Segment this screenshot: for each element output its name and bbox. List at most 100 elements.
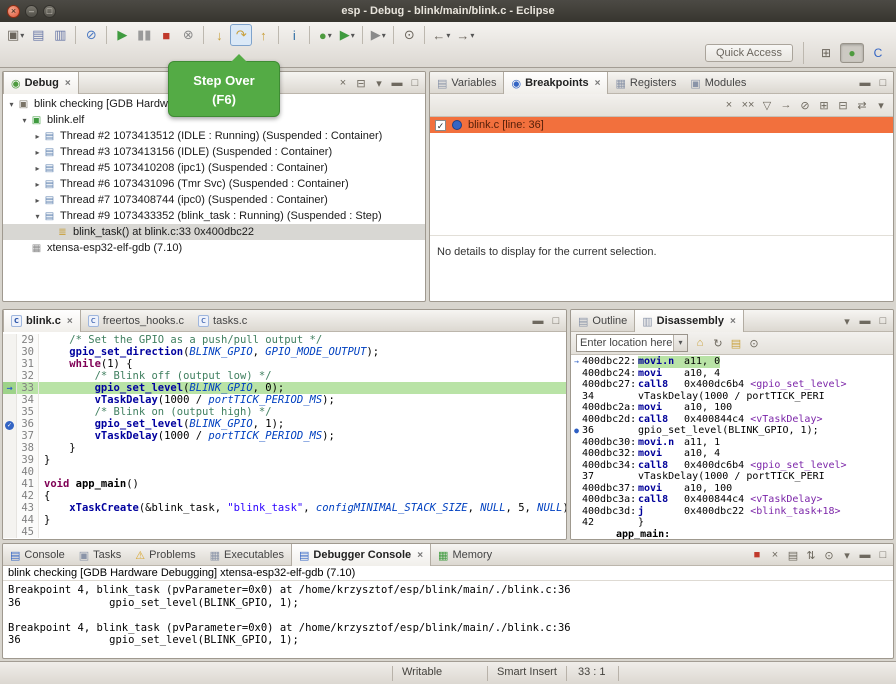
- editor-ruler[interactable]: ✓: [3, 418, 17, 430]
- close-icon[interactable]: ×: [65, 78, 71, 89]
- save-button[interactable]: ▤: [27, 24, 49, 46]
- view-menu-icon[interactable]: ▾: [840, 549, 854, 562]
- disconnect-button[interactable]: ⊗: [177, 24, 199, 46]
- code-text[interactable]: }: [39, 514, 566, 526]
- dropdown-arrow-icon[interactable]: ▾: [328, 31, 332, 40]
- open-perspective-button[interactable]: ⊞: [814, 43, 838, 63]
- expander-icon[interactable]: ▸: [32, 132, 43, 141]
- right-tab-breakpoints[interactable]: ◉Breakpoints×: [503, 72, 608, 94]
- resume-button[interactable]: ▶: [111, 24, 133, 46]
- debug-tree-item[interactable]: ▸▤Thread #3 1073413156 (IDLE) (Suspended…: [3, 144, 425, 160]
- debug-tree-item[interactable]: ▾▤Thread #9 1073433352 (blink_task : Run…: [3, 208, 425, 224]
- code-text[interactable]: {: [39, 490, 566, 502]
- maximize-icon[interactable]: □: [876, 549, 890, 561]
- terminate-icon[interactable]: ■: [750, 549, 764, 561]
- view-menu-icon[interactable]: ▾: [372, 77, 386, 90]
- pin-console-icon[interactable]: ⊙: [822, 549, 836, 562]
- remove-all-terminated-icon[interactable]: ×: [336, 77, 350, 89]
- show-breakpoints-for-selection-icon[interactable]: ▽: [760, 99, 774, 112]
- editor-ruler[interactable]: [3, 394, 17, 406]
- close-button[interactable]: ×: [7, 5, 20, 18]
- search-button[interactable]: ⊙: [398, 24, 420, 46]
- code-text[interactable]: gpio_set_level(BLINK_GPIO, 1);: [39, 418, 566, 430]
- new-button[interactable]: ▣▾: [4, 24, 27, 46]
- disassembly-tab-disassembly[interactable]: ▥Disassembly×: [634, 310, 744, 332]
- disassembly-line[interactable]: 400dbc27:call80x400dc6b4 <gpio_set_level…: [571, 379, 893, 391]
- home-icon[interactable]: ⌂: [693, 337, 707, 350]
- minimize-icon[interactable]: ▬: [858, 315, 872, 327]
- scroll-lock-icon[interactable]: ⇅: [804, 549, 818, 562]
- code-text[interactable]: [39, 466, 566, 478]
- dropdown-arrow-icon[interactable]: ▾: [446, 31, 450, 40]
- editor-tab-freertos-hooks-c[interactable]: cfreertos_hooks.c: [81, 310, 191, 332]
- minimize-icon[interactable]: ▬: [858, 77, 872, 89]
- location-combo[interactable]: Enter location here ▾: [576, 334, 688, 352]
- editor-ruler[interactable]: [3, 514, 17, 526]
- editor-ruler[interactable]: [3, 358, 17, 370]
- editor-ruler[interactable]: [3, 478, 17, 490]
- disassembly-line[interactable]: 400dbc37:movia10, 100: [571, 483, 893, 495]
- code-text[interactable]: }: [39, 442, 566, 454]
- maximize-icon[interactable]: □: [876, 77, 890, 89]
- disassembly-line[interactable]: 34vTaskDelay(1000 / portTICK_PERI: [571, 391, 893, 403]
- expander-icon[interactable]: ▾: [6, 100, 17, 109]
- expander-icon[interactable]: ▸: [32, 196, 43, 205]
- back-button[interactable]: ←▾: [429, 24, 453, 46]
- debug-tree-item[interactable]: ▸▤Thread #2 1073413512 (IDLE : Running) …: [3, 128, 425, 144]
- disassembly-line[interactable]: 400dbc3a:call80x400844c4 <vTaskDelay>: [571, 494, 893, 506]
- terminate-button[interactable]: ■: [155, 24, 177, 46]
- go-to-file-icon[interactable]: →: [779, 99, 793, 111]
- disassembly-line[interactable]: →400dbc22:movi.na11, 0: [571, 356, 893, 368]
- suspend-button[interactable]: ▮▮: [133, 24, 155, 46]
- close-icon[interactable]: ×: [595, 78, 601, 89]
- step-return-button[interactable]: ↑: [252, 24, 274, 46]
- remove-launch-icon[interactable]: ×: [768, 549, 782, 561]
- debug-tree-item[interactable]: ≣blink_task() at blink.c:33 0x400dbc22: [3, 224, 425, 240]
- debug-button[interactable]: ●▾: [314, 24, 336, 46]
- disassembly-line[interactable]: 400dbc3d:j0x400dbc22 <blink_task+18>: [571, 506, 893, 518]
- editor-ruler[interactable]: →: [3, 382, 17, 394]
- dropdown-arrow-icon[interactable]: ▾: [351, 31, 355, 40]
- external-tools-button[interactable]: ▶▾: [367, 24, 389, 46]
- clear-console-icon[interactable]: ▤: [786, 549, 800, 562]
- breakpoint-checkbox[interactable]: ✓: [435, 120, 446, 131]
- run-button[interactable]: ▶▾: [336, 24, 358, 46]
- expander-icon[interactable]: ▸: [32, 164, 43, 173]
- console-tab-console[interactable]: ▤Console: [3, 544, 72, 566]
- close-icon[interactable]: ×: [67, 316, 73, 327]
- editor-ruler[interactable]: [3, 406, 17, 418]
- debug-tree-item[interactable]: ▸▤Thread #6 1073431096 (Tmr Svc) (Suspen…: [3, 176, 425, 192]
- code-text[interactable]: gpio_set_direction(BLINK_GPIO, GPIO_MODE…: [39, 346, 566, 358]
- c-perspective-button[interactable]: C: [866, 43, 890, 63]
- remove-breakpoint-icon[interactable]: ×: [722, 99, 736, 111]
- code-text[interactable]: void app_main(): [39, 478, 566, 490]
- disassembly-line[interactable]: app_main:: [571, 529, 893, 541]
- skip-all-breakpoints-icon[interactable]: ⊘: [798, 99, 812, 112]
- minimize-icon[interactable]: ▬: [531, 315, 545, 327]
- code-text[interactable]: /* Blink off (output low) */: [39, 370, 566, 382]
- editor-ruler[interactable]: [3, 442, 17, 454]
- close-icon[interactable]: ×: [417, 550, 423, 561]
- code-text[interactable]: }: [39, 454, 566, 466]
- dropdown-arrow-icon[interactable]: ▾: [470, 31, 474, 40]
- editor-ruler[interactable]: [3, 502, 17, 514]
- disassembly-line[interactable]: 400dbc32:movia10, 4: [571, 448, 893, 460]
- disassembly-line[interactable]: 400dbc30:movi.na11, 1: [571, 437, 893, 449]
- minimize-button[interactable]: –: [25, 5, 38, 18]
- expand-all-icon[interactable]: ⊞: [817, 99, 831, 112]
- refresh-icon[interactable]: ↻: [711, 337, 725, 350]
- dropdown-arrow-icon[interactable]: ▾: [20, 31, 24, 40]
- maximize-icon[interactable]: □: [549, 315, 563, 327]
- expander-icon[interactable]: ▾: [19, 116, 30, 125]
- maximize-icon[interactable]: □: [408, 77, 422, 89]
- expander-icon[interactable]: ▸: [32, 180, 43, 189]
- code-editor[interactable]: 29 /* Set the GPIO as a push/pull output…: [3, 332, 566, 539]
- editor-tab-blink-c[interactable]: cblink.c×: [3, 310, 81, 332]
- chevron-down-icon[interactable]: ▾: [673, 335, 687, 351]
- view-menu-icon[interactable]: ▾: [874, 99, 888, 112]
- editor-ruler[interactable]: [3, 454, 17, 466]
- maximize-button[interactable]: □: [43, 5, 56, 18]
- expander-icon[interactable]: ▾: [32, 212, 43, 221]
- link-with-debug-view-icon[interactable]: ⇄: [855, 99, 869, 112]
- code-text[interactable]: /* Blink on (output high) */: [39, 406, 566, 418]
